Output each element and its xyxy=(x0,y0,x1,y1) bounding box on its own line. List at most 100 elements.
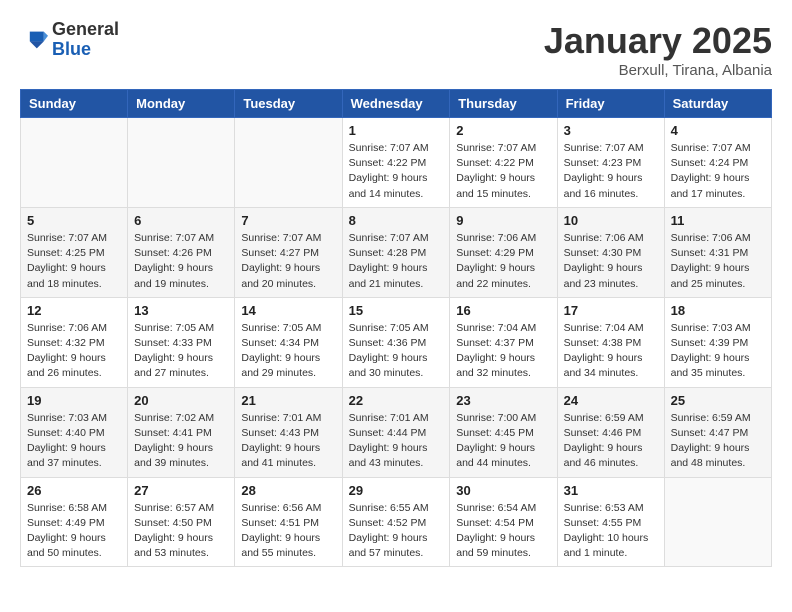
day-number: 15 xyxy=(349,303,444,318)
day-number: 27 xyxy=(134,483,228,498)
calendar-cell: 25 Sunrise: 6:59 AM Sunset: 4:47 PM Dayli… xyxy=(664,387,771,477)
calendar-cell: 3 Sunrise: 7:07 AM Sunset: 4:23 PM Daylig… xyxy=(557,118,664,208)
calendar-cell: 11 Sunrise: 7:06 AM Sunset: 4:31 PM Dayli… xyxy=(664,207,771,297)
day-info: Sunrise: 6:53 AM Sunset: 4:55 PM Dayligh… xyxy=(564,501,658,562)
day-number: 9 xyxy=(456,213,550,228)
calendar-cell: 31 Sunrise: 6:53 AM Sunset: 4:55 PM Dayli… xyxy=(557,477,664,567)
day-info: Sunrise: 7:07 AM Sunset: 4:23 PM Dayligh… xyxy=(564,141,658,202)
logo: General Blue xyxy=(20,20,119,60)
calendar-week-row: 5 Sunrise: 7:07 AM Sunset: 4:25 PM Daylig… xyxy=(21,207,772,297)
day-number: 7 xyxy=(241,213,335,228)
day-info: Sunrise: 7:02 AM Sunset: 4:41 PM Dayligh… xyxy=(134,411,228,472)
day-info: Sunrise: 6:55 AM Sunset: 4:52 PM Dayligh… xyxy=(349,501,444,562)
day-info: Sunrise: 7:05 AM Sunset: 4:34 PM Dayligh… xyxy=(241,321,335,382)
calendar-cell: 9 Sunrise: 7:06 AM Sunset: 4:29 PM Daylig… xyxy=(450,207,557,297)
weekday-header: Sunday xyxy=(21,90,128,118)
day-number: 30 xyxy=(456,483,550,498)
day-number: 5 xyxy=(27,213,121,228)
day-number: 31 xyxy=(564,483,658,498)
calendar-cell: 23 Sunrise: 7:00 AM Sunset: 4:45 PM Dayli… xyxy=(450,387,557,477)
calendar-cell: 13Sunrise: 7:05 AM Sunset: 4:33 PM Dayli… xyxy=(128,297,235,387)
calendar-cell: 12 Sunrise: 7:06 AM Sunset: 4:32 PM Dayli… xyxy=(21,297,128,387)
calendar-cell: 24Sunrise: 6:59 AM Sunset: 4:46 PM Dayli… xyxy=(557,387,664,477)
calendar-cell: 17Sunrise: 7:04 AM Sunset: 4:38 PM Dayli… xyxy=(557,297,664,387)
calendar-cell: 22 Sunrise: 7:01 AM Sunset: 4:44 PM Dayli… xyxy=(342,387,450,477)
weekday-header: Monday xyxy=(128,90,235,118)
day-number: 28 xyxy=(241,483,335,498)
calendar-cell: 4 Sunrise: 7:07 AM Sunset: 4:24 PM Daylig… xyxy=(664,118,771,208)
logo-blue-text: Blue xyxy=(52,40,119,60)
day-info: Sunrise: 7:07 AM Sunset: 4:28 PM Dayligh… xyxy=(349,231,444,292)
day-number: 16 xyxy=(456,303,550,318)
calendar-table: SundayMondayTuesdayWednesdayThursdayFrid… xyxy=(20,89,772,567)
logo-icon xyxy=(20,26,48,54)
calendar-week-row: 19 Sunrise: 7:03 AM Sunset: 4:40 PM Dayli… xyxy=(21,387,772,477)
day-info: Sunrise: 7:06 AM Sunset: 4:29 PM Dayligh… xyxy=(456,231,550,292)
day-number: 18 xyxy=(671,303,765,318)
calendar-cell xyxy=(664,477,771,567)
weekday-header: Saturday xyxy=(664,90,771,118)
day-number: 1 xyxy=(349,123,444,138)
day-info: Sunrise: 6:58 AM Sunset: 4:49 PM Dayligh… xyxy=(27,501,121,562)
day-info: Sunrise: 7:01 AM Sunset: 4:44 PM Dayligh… xyxy=(349,411,444,472)
calendar-week-row: 1 Sunrise: 7:07 AM Sunset: 4:22 PM Daylig… xyxy=(21,118,772,208)
calendar-cell: 19 Sunrise: 7:03 AM Sunset: 4:40 PM Dayli… xyxy=(21,387,128,477)
calendar-cell: 26 Sunrise: 6:58 AM Sunset: 4:49 PM Dayli… xyxy=(21,477,128,567)
day-info: Sunrise: 7:07 AM Sunset: 4:25 PM Dayligh… xyxy=(27,231,121,292)
day-info: Sunrise: 7:07 AM Sunset: 4:26 PM Dayligh… xyxy=(134,231,228,292)
weekday-header: Thursday xyxy=(450,90,557,118)
calendar-cell: 5 Sunrise: 7:07 AM Sunset: 4:25 PM Daylig… xyxy=(21,207,128,297)
day-number: 11 xyxy=(671,213,765,228)
calendar-cell: 20 Sunrise: 7:02 AM Sunset: 4:41 PM Dayli… xyxy=(128,387,235,477)
day-info: Sunrise: 7:06 AM Sunset: 4:32 PM Dayligh… xyxy=(27,321,121,382)
calendar-header-row: SundayMondayTuesdayWednesdayThursdayFrid… xyxy=(21,90,772,118)
weekday-header: Wednesday xyxy=(342,90,450,118)
day-number: 6 xyxy=(134,213,228,228)
day-number: 4 xyxy=(671,123,765,138)
day-number: 10 xyxy=(564,213,658,228)
day-info: Sunrise: 7:04 AM Sunset: 4:37 PM Dayligh… xyxy=(456,321,550,382)
day-number: 14 xyxy=(241,303,335,318)
day-number: 17 xyxy=(564,303,658,318)
weekday-header: Friday xyxy=(557,90,664,118)
calendar-cell: 15Sunrise: 7:05 AM Sunset: 4:36 PM Dayli… xyxy=(342,297,450,387)
day-number: 26 xyxy=(27,483,121,498)
day-info: Sunrise: 6:56 AM Sunset: 4:51 PM Dayligh… xyxy=(241,501,335,562)
calendar-cell: 6 Sunrise: 7:07 AM Sunset: 4:26 PM Daylig… xyxy=(128,207,235,297)
day-info: Sunrise: 7:03 AM Sunset: 4:40 PM Dayligh… xyxy=(27,411,121,472)
day-number: 21 xyxy=(241,393,335,408)
day-info: Sunrise: 6:59 AM Sunset: 4:47 PM Dayligh… xyxy=(671,411,765,472)
day-number: 20 xyxy=(134,393,228,408)
calendar-cell: 30Sunrise: 6:54 AM Sunset: 4:54 PM Dayli… xyxy=(450,477,557,567)
day-number: 2 xyxy=(456,123,550,138)
day-number: 8 xyxy=(349,213,444,228)
calendar-cell: 7 Sunrise: 7:07 AM Sunset: 4:27 PM Daylig… xyxy=(235,207,342,297)
calendar-week-row: 26 Sunrise: 6:58 AM Sunset: 4:49 PM Dayli… xyxy=(21,477,772,567)
day-info: Sunrise: 7:00 AM Sunset: 4:45 PM Dayligh… xyxy=(456,411,550,472)
day-number: 25 xyxy=(671,393,765,408)
calendar-cell: 2 Sunrise: 7:07 AM Sunset: 4:22 PM Daylig… xyxy=(450,118,557,208)
day-number: 3 xyxy=(564,123,658,138)
day-number: 23 xyxy=(456,393,550,408)
day-info: Sunrise: 7:07 AM Sunset: 4:22 PM Dayligh… xyxy=(456,141,550,202)
day-number: 22 xyxy=(349,393,444,408)
day-number: 19 xyxy=(27,393,121,408)
calendar-week-row: 12 Sunrise: 7:06 AM Sunset: 4:32 PM Dayli… xyxy=(21,297,772,387)
day-info: Sunrise: 6:57 AM Sunset: 4:50 PM Dayligh… xyxy=(134,501,228,562)
page-header: General Blue January 2025 Berxull, Tiran… xyxy=(20,20,772,79)
location: Berxull, Tirana, Albania xyxy=(544,62,772,79)
logo-text: General Blue xyxy=(52,20,119,60)
calendar-cell: 8 Sunrise: 7:07 AM Sunset: 4:28 PM Daylig… xyxy=(342,207,450,297)
day-info: Sunrise: 7:06 AM Sunset: 4:31 PM Dayligh… xyxy=(671,231,765,292)
day-info: Sunrise: 7:07 AM Sunset: 4:22 PM Dayligh… xyxy=(349,141,444,202)
calendar-cell: 27 Sunrise: 6:57 AM Sunset: 4:50 PM Dayli… xyxy=(128,477,235,567)
day-info: Sunrise: 7:07 AM Sunset: 4:27 PM Dayligh… xyxy=(241,231,335,292)
day-number: 12 xyxy=(27,303,121,318)
calendar-cell: 18Sunrise: 7:03 AM Sunset: 4:39 PM Dayli… xyxy=(664,297,771,387)
day-number: 24 xyxy=(564,393,658,408)
calendar-cell: 1 Sunrise: 7:07 AM Sunset: 4:22 PM Daylig… xyxy=(342,118,450,208)
day-info: Sunrise: 7:07 AM Sunset: 4:24 PM Dayligh… xyxy=(671,141,765,202)
calendar-cell: 16 Sunrise: 7:04 AM Sunset: 4:37 PM Dayli… xyxy=(450,297,557,387)
day-number: 29 xyxy=(349,483,444,498)
day-info: Sunrise: 7:05 AM Sunset: 4:33 PM Dayligh… xyxy=(134,321,228,382)
